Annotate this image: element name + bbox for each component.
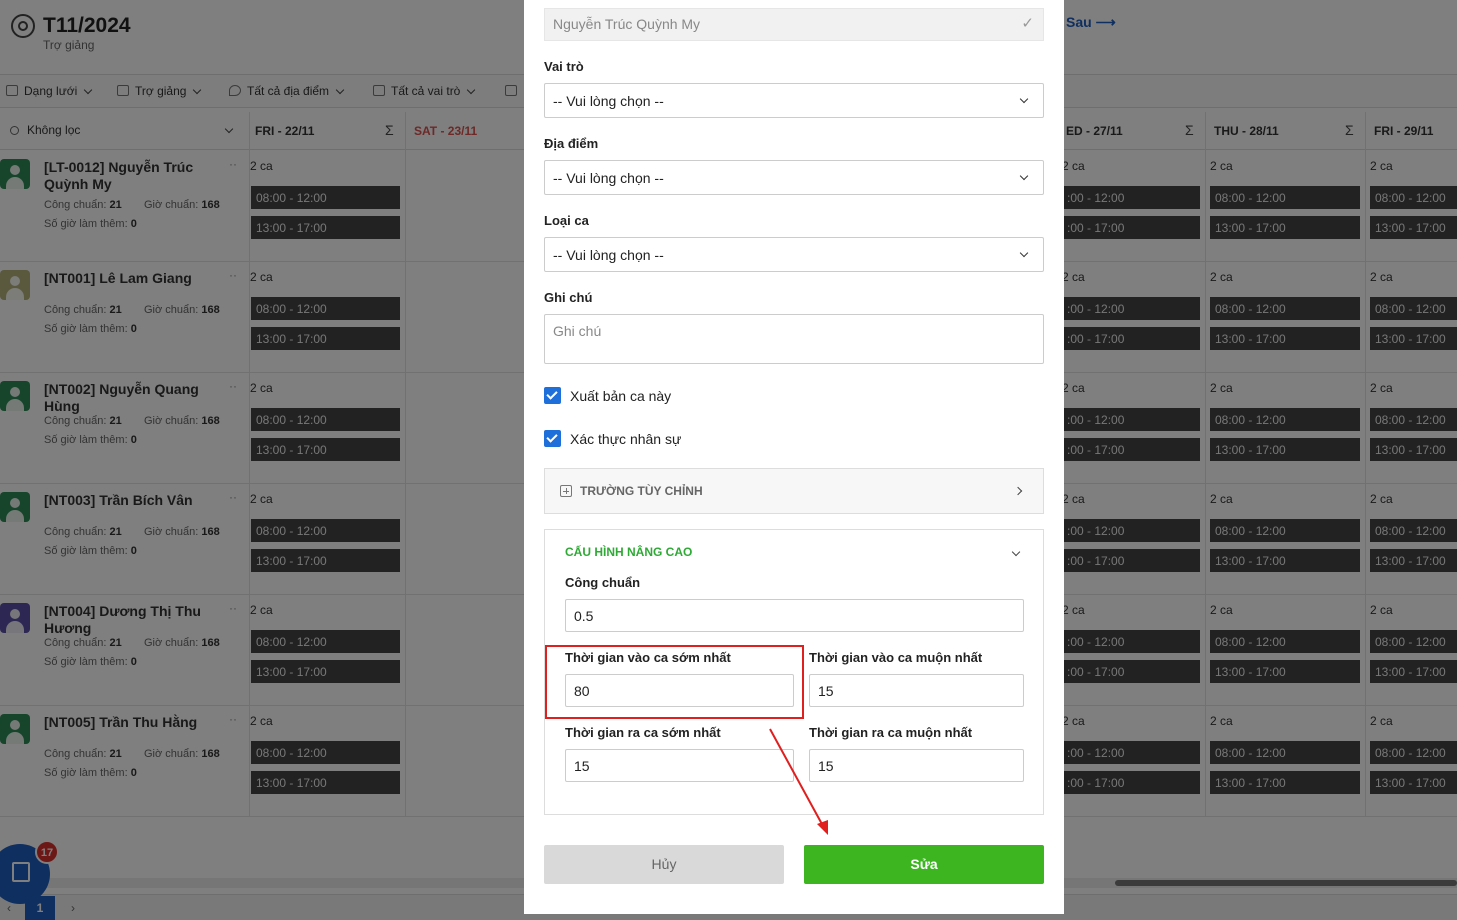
- earliest-out-input[interactable]: 15: [565, 749, 794, 782]
- chevron-down-icon: [1019, 248, 1029, 258]
- verify-checkbox[interactable]: [544, 430, 561, 447]
- earliest-out-label: Thời gian ra ca sớm nhất: [565, 725, 721, 740]
- note-label: Ghi chú: [544, 290, 593, 305]
- publish-checkbox[interactable]: [544, 387, 561, 404]
- advanced-config-title[interactable]: CẤU HÌNH NÂNG CAO: [565, 545, 692, 559]
- chevron-down-icon: [1019, 171, 1029, 181]
- custom-fields-title: TRƯỜNG TÙY CHỈNH: [580, 484, 703, 498]
- check-icon: ✓: [1021, 15, 1034, 32]
- latest-out-input[interactable]: 15: [809, 749, 1024, 782]
- edit-shift-modal: Nguyễn Trúc Quỳnh My ✓ Vai trò -- Vui lò…: [524, 0, 1064, 914]
- cancel-button[interactable]: Hủy: [544, 845, 784, 884]
- shift-type-select[interactable]: -- Vui lòng chọn --: [544, 237, 1044, 272]
- save-button[interactable]: Sửa: [804, 845, 1044, 884]
- role-label: Vai trò: [544, 59, 584, 74]
- chevron-right-icon: [1013, 486, 1023, 496]
- note-textarea[interactable]: Ghi chú: [544, 314, 1044, 364]
- publish-checkbox-label[interactable]: Xuất bản ca này: [570, 388, 671, 404]
- annotation-highlight-box: [545, 645, 804, 719]
- location-label: Địa điểm: [544, 136, 599, 151]
- latest-in-input[interactable]: 15: [809, 674, 1024, 707]
- location-select[interactable]: -- Vui lòng chọn --: [544, 160, 1044, 195]
- location-value: -- Vui lòng chọn --: [553, 170, 664, 186]
- standard-work-input[interactable]: 0.5: [565, 599, 1024, 632]
- verify-checkbox-label[interactable]: Xác thực nhân sự: [570, 431, 681, 447]
- shift-type-value: -- Vui lòng chọn --: [553, 247, 664, 263]
- latest-in-label: Thời gian vào ca muộn nhất: [809, 650, 983, 665]
- employee-value: Nguyễn Trúc Quỳnh My: [553, 16, 701, 32]
- employee-field: Nguyễn Trúc Quỳnh My ✓: [544, 8, 1044, 41]
- chevron-down-icon: [1019, 94, 1029, 104]
- standard-work-label: Công chuẩn: [565, 575, 641, 590]
- latest-out-label: Thời gian ra ca muộn nhất: [809, 725, 973, 740]
- role-select[interactable]: -- Vui lòng chọn --: [544, 83, 1044, 118]
- plus-square-icon: [560, 485, 572, 497]
- shift-type-label: Loại ca: [544, 213, 589, 228]
- custom-fields-panel[interactable]: TRƯỜNG TÙY CHỈNH: [544, 468, 1044, 514]
- role-value: -- Vui lòng chọn --: [553, 93, 664, 109]
- chevron-down-icon[interactable]: [1011, 547, 1021, 557]
